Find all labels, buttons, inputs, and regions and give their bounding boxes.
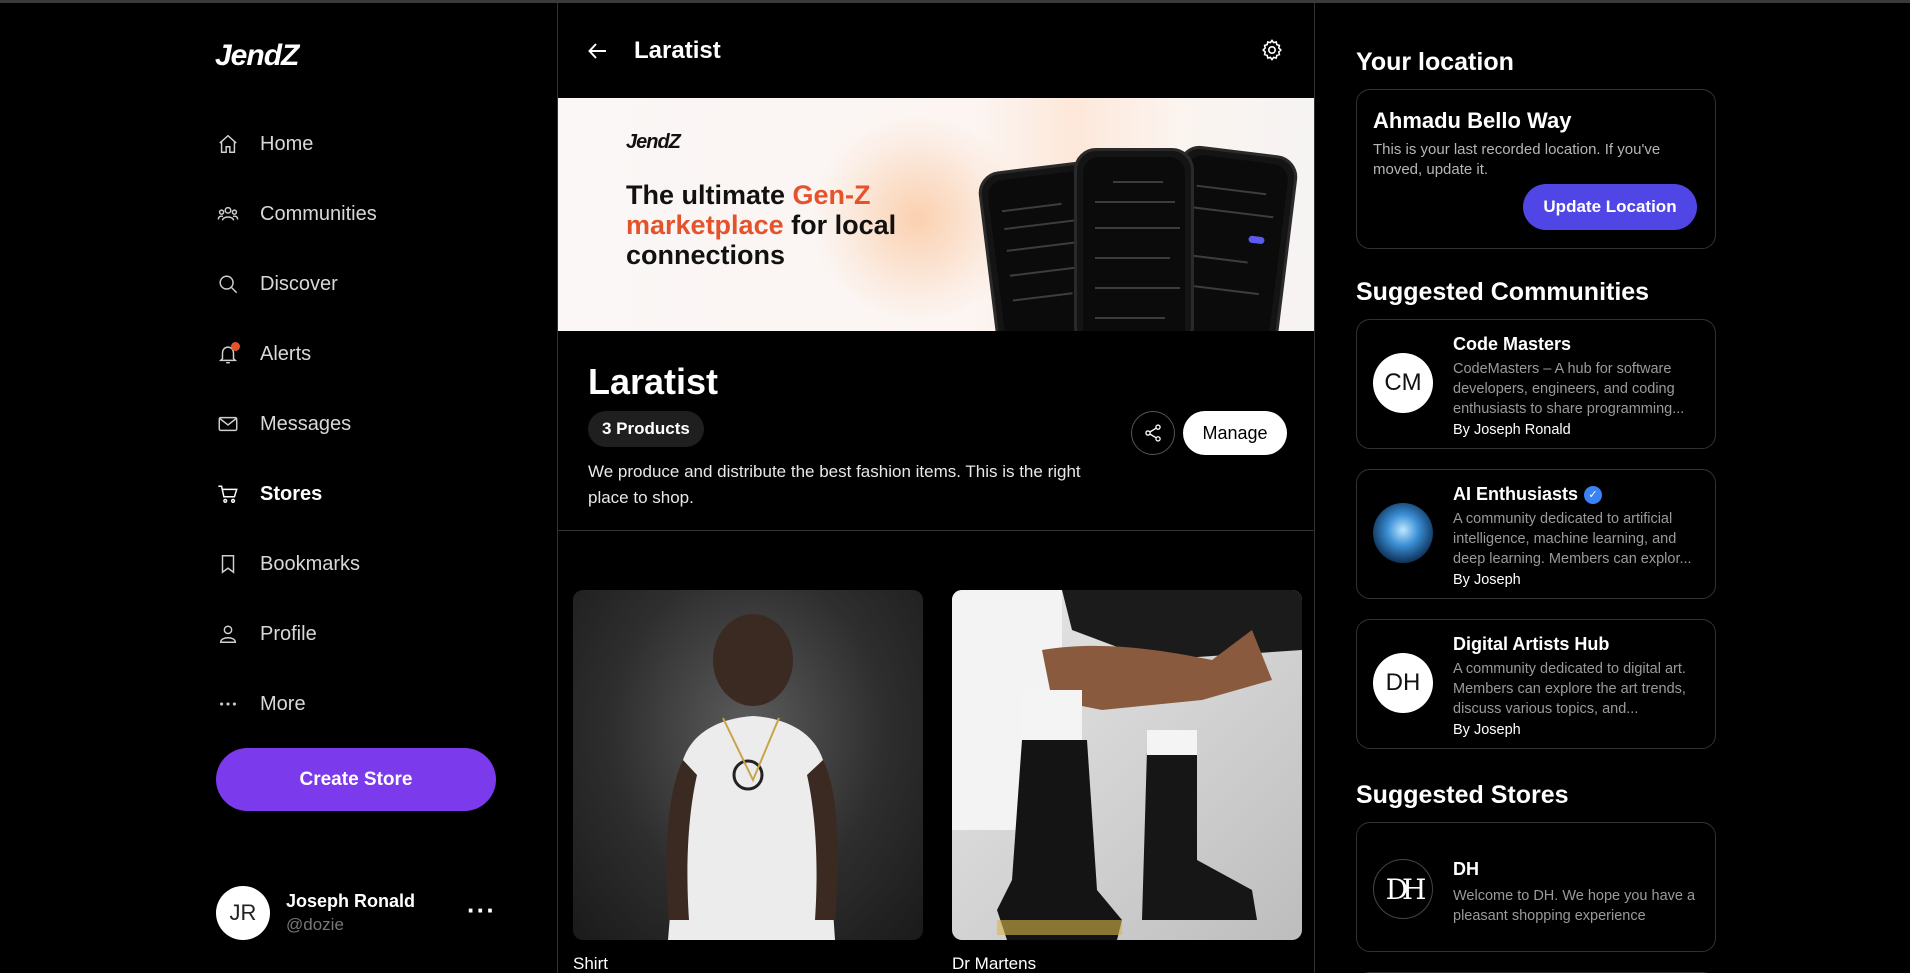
community-card[interactable]: AI Enthusiasts ✓ A community dedicated to… [1356, 469, 1716, 599]
nav-item-label: More [260, 692, 306, 715]
communities-icon [216, 202, 240, 226]
product-grid: Shirt Dr Martens [573, 590, 1303, 973]
community-author: By Joseph Ronald [1453, 422, 1571, 438]
community-avatar: CM [1373, 353, 1433, 413]
update-location-button[interactable]: Update Location [1523, 184, 1697, 230]
nav-item-messages[interactable]: Messages [216, 389, 506, 459]
banner-logo: JendZ [626, 131, 681, 153]
nav-item-home[interactable]: Home [216, 109, 506, 179]
page-header: Laratist [558, 3, 1314, 98]
mail-icon [216, 412, 240, 436]
nav-item-communities[interactable]: Communities [216, 179, 506, 249]
cart-icon [216, 482, 240, 506]
left-sidebar: JendZ Home Communities Discover Alerts M… [0, 3, 557, 973]
product-name: Dr Martens [952, 954, 1037, 973]
nav-item-label: Stores [260, 482, 323, 505]
product-name: Shirt [573, 954, 608, 973]
community-description: CodeMasters – A hub for software develop… [1453, 361, 1685, 417]
main-nav: Home Communities Discover Alerts Message… [216, 109, 506, 739]
location-note: This is your last recorded location. If … [1373, 141, 1661, 178]
community-description: A community dedicated to artificial inte… [1453, 511, 1692, 567]
home-icon [216, 132, 240, 156]
nav-item-label: Communities [260, 202, 377, 225]
suggested-communities-title: Suggested Communities [1356, 278, 1650, 306]
suggested-stores-title: Suggested Stores [1356, 781, 1569, 809]
store-description: We produce and distribute the best fashi… [588, 462, 1081, 507]
nav-item-label: Discover [260, 272, 338, 295]
store-banner: JendZ The ultimate Gen-Z marketplace for… [558, 98, 1314, 331]
location-address: Ahmadu Bello Way [1373, 108, 1572, 133]
bookmark-icon [216, 552, 240, 576]
location-section-title: Your location [1356, 48, 1514, 76]
product-count-badge: 3 Products [588, 411, 704, 447]
app-logo[interactable]: JendZ [215, 39, 299, 73]
bell-icon [216, 342, 240, 366]
product-card[interactable]: Dr Martens [952, 590, 1302, 973]
share-icon [1145, 424, 1161, 442]
manage-button[interactable]: Manage [1183, 411, 1287, 455]
store-card-name: DH [1453, 859, 1479, 879]
banner-headline: The ultimate Gen-Z marketplace for local… [626, 180, 956, 270]
community-description: A community dedicated to digital art. Me… [1453, 661, 1686, 717]
product-image-dr-martens[interactable] [952, 590, 1302, 940]
banner-text: The ultimate [626, 180, 793, 210]
location-card: Ahmadu Bello Way This is your last recor… [1356, 89, 1716, 249]
store-card-description: Welcome to DH. We hope you have a pleasa… [1453, 888, 1696, 924]
store-page: Laratist JendZ The ultimate Gen-Z market… [557, 3, 1315, 973]
banner-accent-text: marketplace [626, 210, 784, 240]
community-name: Digital Artists Hub [1453, 634, 1610, 654]
store-card[interactable]: DH DH Welcome to DH. We hope you have a … [1356, 822, 1716, 952]
alert-badge-dot [231, 342, 240, 351]
community-avatar: DH [1373, 653, 1433, 713]
nav-item-label: Home [260, 132, 314, 155]
product-image-shirt[interactable] [573, 590, 923, 940]
create-store-button[interactable]: Create Store [216, 748, 496, 811]
user-icon [216, 622, 240, 646]
nav-item-label: Bookmarks [260, 552, 361, 575]
nav-item-label: Alerts [260, 342, 312, 365]
community-avatar [1373, 503, 1433, 563]
store-header: Laratist 3 Products We produce and distr… [558, 331, 1314, 531]
back-arrow-icon[interactable] [586, 36, 616, 66]
nav-item-more[interactable]: More [216, 669, 506, 739]
page-title: Laratist [634, 36, 721, 64]
community-author: By Joseph [1453, 722, 1521, 738]
nav-item-stores[interactable]: Stores [216, 459, 506, 529]
store-logo: DH [1373, 859, 1433, 919]
community-card[interactable]: DH Digital Artists Hub A community dedic… [1356, 619, 1716, 749]
nav-item-alerts[interactable]: Alerts [216, 319, 506, 389]
suggested-stores-list: DH DH Welcome to DH. We hope you have a … [1356, 822, 1716, 973]
community-name: Code Masters [1453, 334, 1572, 354]
nav-item-profile[interactable]: Profile [216, 599, 506, 669]
verified-badge-icon: ✓ [1584, 485, 1603, 504]
banner-accent-text: Gen-Z [792, 180, 871, 210]
user-handle: @dozie [286, 915, 344, 934]
gear-icon[interactable] [1260, 38, 1286, 64]
user-menu-more-icon[interactable]: ··· [467, 895, 496, 926]
community-name: AI Enthusiasts [1453, 484, 1579, 504]
current-user-card[interactable]: JR Joseph Ronald @dozie ··· [216, 885, 506, 941]
nav-item-bookmarks[interactable]: Bookmarks [216, 529, 506, 599]
nav-item-label: Profile [260, 622, 317, 645]
avatar: JR [216, 886, 270, 940]
suggested-communities-list: CM Code Masters CodeMasters – A hub for … [1356, 319, 1716, 769]
nav-item-label: Messages [260, 412, 352, 435]
user-name: Joseph Ronald [286, 891, 416, 911]
search-icon [216, 272, 240, 296]
share-button[interactable] [1131, 411, 1175, 455]
phone-mockup-center [1074, 148, 1194, 331]
store-name: Laratist [588, 361, 719, 402]
product-card[interactable]: Shirt [573, 590, 923, 973]
more-icon [216, 692, 240, 716]
community-card[interactable]: CM Code Masters CodeMasters – A hub for … [1356, 319, 1716, 449]
nav-item-discover[interactable]: Discover [216, 249, 506, 319]
community-author: By Joseph [1453, 572, 1521, 588]
